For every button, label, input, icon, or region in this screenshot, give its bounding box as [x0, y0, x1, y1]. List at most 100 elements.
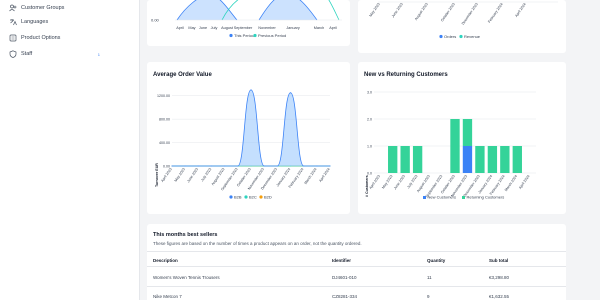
x-tick-label: March	[314, 26, 325, 30]
users-icon	[8, 4, 17, 13]
x-tick-label: June	[199, 26, 207, 30]
sidebar-item-label: Product Options	[21, 35, 61, 41]
legend-label: B2B	[234, 194, 242, 199]
data-point	[329, 165, 331, 167]
bar-returning[interactable]	[475, 146, 485, 173]
x-tick-label: June 2023	[393, 174, 406, 190]
x-tick-label: April 2024	[318, 167, 331, 183]
best-sellers-card: This months best sellers These figures a…	[147, 224, 566, 300]
y-tick-label: 1200.00	[157, 94, 170, 98]
y-tick-label: 3.0	[367, 90, 372, 94]
table-cell-description[interactable]: Nike Metcon 7	[153, 294, 182, 299]
x-tick-label: April	[176, 26, 184, 30]
sidebar: Customer Groups Languages Product Option…	[0, 0, 140, 300]
bar-returning[interactable]	[462, 119, 473, 146]
best-sellers-title: This months best sellers	[153, 232, 218, 238]
x-tick-label: June 2023	[391, 2, 404, 18]
y-axis-label: Turnover EUR	[155, 163, 159, 187]
legend-swatch	[229, 195, 233, 199]
legend-this-period: This Period	[234, 33, 254, 38]
period-comparison-card: 0.00 April May June July August September Nove…	[147, 0, 350, 46]
table-cell-identifier: DJ4601-010	[332, 275, 357, 280]
sidebar-item-label: Staff	[21, 51, 33, 57]
data-point	[250, 89, 252, 91]
column-header-sub-total[interactable]: Sub total	[489, 258, 508, 263]
this-period-area	[177, 0, 317, 20]
x-tick-labels: May 2023 June 2023 August 2023 October 2023…	[368, 2, 526, 25]
x-tick-label: October 2023	[440, 2, 456, 22]
legend-revenue: Revenue	[464, 34, 481, 39]
x-tick-label: November	[258, 26, 276, 30]
data-point	[237, 165, 239, 167]
new-vs-returning-card: New vs Returning Customers # Customers 3…	[358, 62, 566, 214]
bar-returning[interactable]	[412, 146, 423, 173]
legend-previous-period: Previous Period	[258, 33, 286, 38]
orders-revenue-card: May 2023 June 2023 August 2023 October 2023…	[358, 0, 566, 53]
table-cell-sub-total: €1,632.55	[489, 294, 510, 299]
bar-returning[interactable]	[400, 146, 410, 173]
legend-label: Returning Customers	[467, 195, 505, 200]
bar-returning[interactable]	[487, 146, 498, 173]
x-tick-label: April 2024	[514, 2, 527, 18]
x-tick-label: December 2023	[461, 2, 479, 25]
table-cell-quantity: 9	[427, 294, 430, 299]
legend-this-period-swatch	[229, 33, 233, 38]
x-tick-label: July 2023	[406, 174, 418, 189]
new-vs-returning-chart: # Customers 3.02.01.00.0 April 2023 May 2…	[365, 90, 536, 200]
x-tick-label: August	[221, 26, 234, 30]
bar-new[interactable]	[462, 146, 473, 173]
x-tick-label: March 2024	[303, 167, 317, 185]
table-cell-identifier: CZ8281-334	[332, 294, 358, 299]
sidebar-item-product-options[interactable]: Product Options	[0, 31, 140, 45]
data-point	[290, 92, 291, 94]
average-order-value-chart: Turnover EUR 1200.00800.00400.000.00 Apr…	[155, 89, 331, 199]
x-tick-label: June 2023	[186, 167, 199, 183]
x-tick-label: January	[286, 26, 300, 30]
options-icon	[8, 34, 17, 43]
data-point	[276, 165, 278, 167]
y-tick-label: 1.0	[367, 144, 372, 148]
data-point	[197, 165, 199, 167]
sidebar-item-staff[interactable]: Staff 1	[0, 47, 140, 61]
best-sellers-subtitle: These figures are based on the number of…	[153, 241, 362, 246]
x-tick-label: July 2023	[200, 167, 212, 182]
legend-swatch	[244, 195, 248, 199]
y-tick-label: 400.00	[159, 141, 170, 145]
legend-label: B2D	[264, 194, 272, 199]
data-point	[171, 165, 173, 167]
x-tick-label: April 2023	[368, 174, 381, 190]
legend-swatch	[423, 196, 426, 199]
divider	[147, 286, 566, 287]
data-point	[303, 165, 305, 167]
sidebar-item-languages[interactable]: Languages	[0, 15, 140, 29]
orders-revenue-chart: May 2023 June 2023 August 2023 October 2023…	[368, 1, 558, 39]
data-point	[211, 165, 212, 167]
legend-swatch	[462, 196, 465, 199]
x-tick-label: August 2023	[414, 2, 429, 21]
bar-returning[interactable]	[388, 146, 398, 173]
x-tick-label: May 2023	[174, 167, 186, 182]
x-tick-label: February 2024	[487, 2, 504, 23]
table-cell-quantity: 11	[427, 275, 432, 280]
area-b2b	[172, 89, 330, 166]
column-header-quantity[interactable]: Quantity	[427, 258, 445, 263]
x-tick-labels: April May June July August September November J…	[176, 26, 337, 30]
sidebar-item-label: Languages	[21, 19, 49, 25]
bar-returning[interactable]	[500, 146, 510, 173]
legend-swatch	[259, 195, 263, 199]
x-tick-label: April	[329, 26, 337, 30]
average-order-value-card: Average Order Value Turnover EUR 1200.00…	[147, 62, 350, 214]
sidebar-item-customer-groups[interactable]: Customer Groups	[0, 1, 140, 15]
sidebar-item-label: Customer Groups	[21, 5, 65, 11]
column-header-identifier[interactable]: Identifier	[332, 258, 351, 263]
legend-label: B2C	[249, 194, 257, 199]
x-tick-label: April 2024	[518, 174, 531, 190]
y-tick-label: 800.00	[159, 117, 170, 121]
table-cell-description[interactable]: Women's Woven Tennis Trousers	[153, 275, 220, 280]
bar-returning[interactable]	[512, 146, 522, 173]
column-header-description[interactable]: Description	[153, 258, 178, 263]
x-tick-label: May	[188, 26, 195, 30]
legend-orders: Orders	[444, 34, 456, 39]
legend-label: New Customers	[428, 195, 456, 200]
bar-returning[interactable]	[450, 119, 460, 173]
